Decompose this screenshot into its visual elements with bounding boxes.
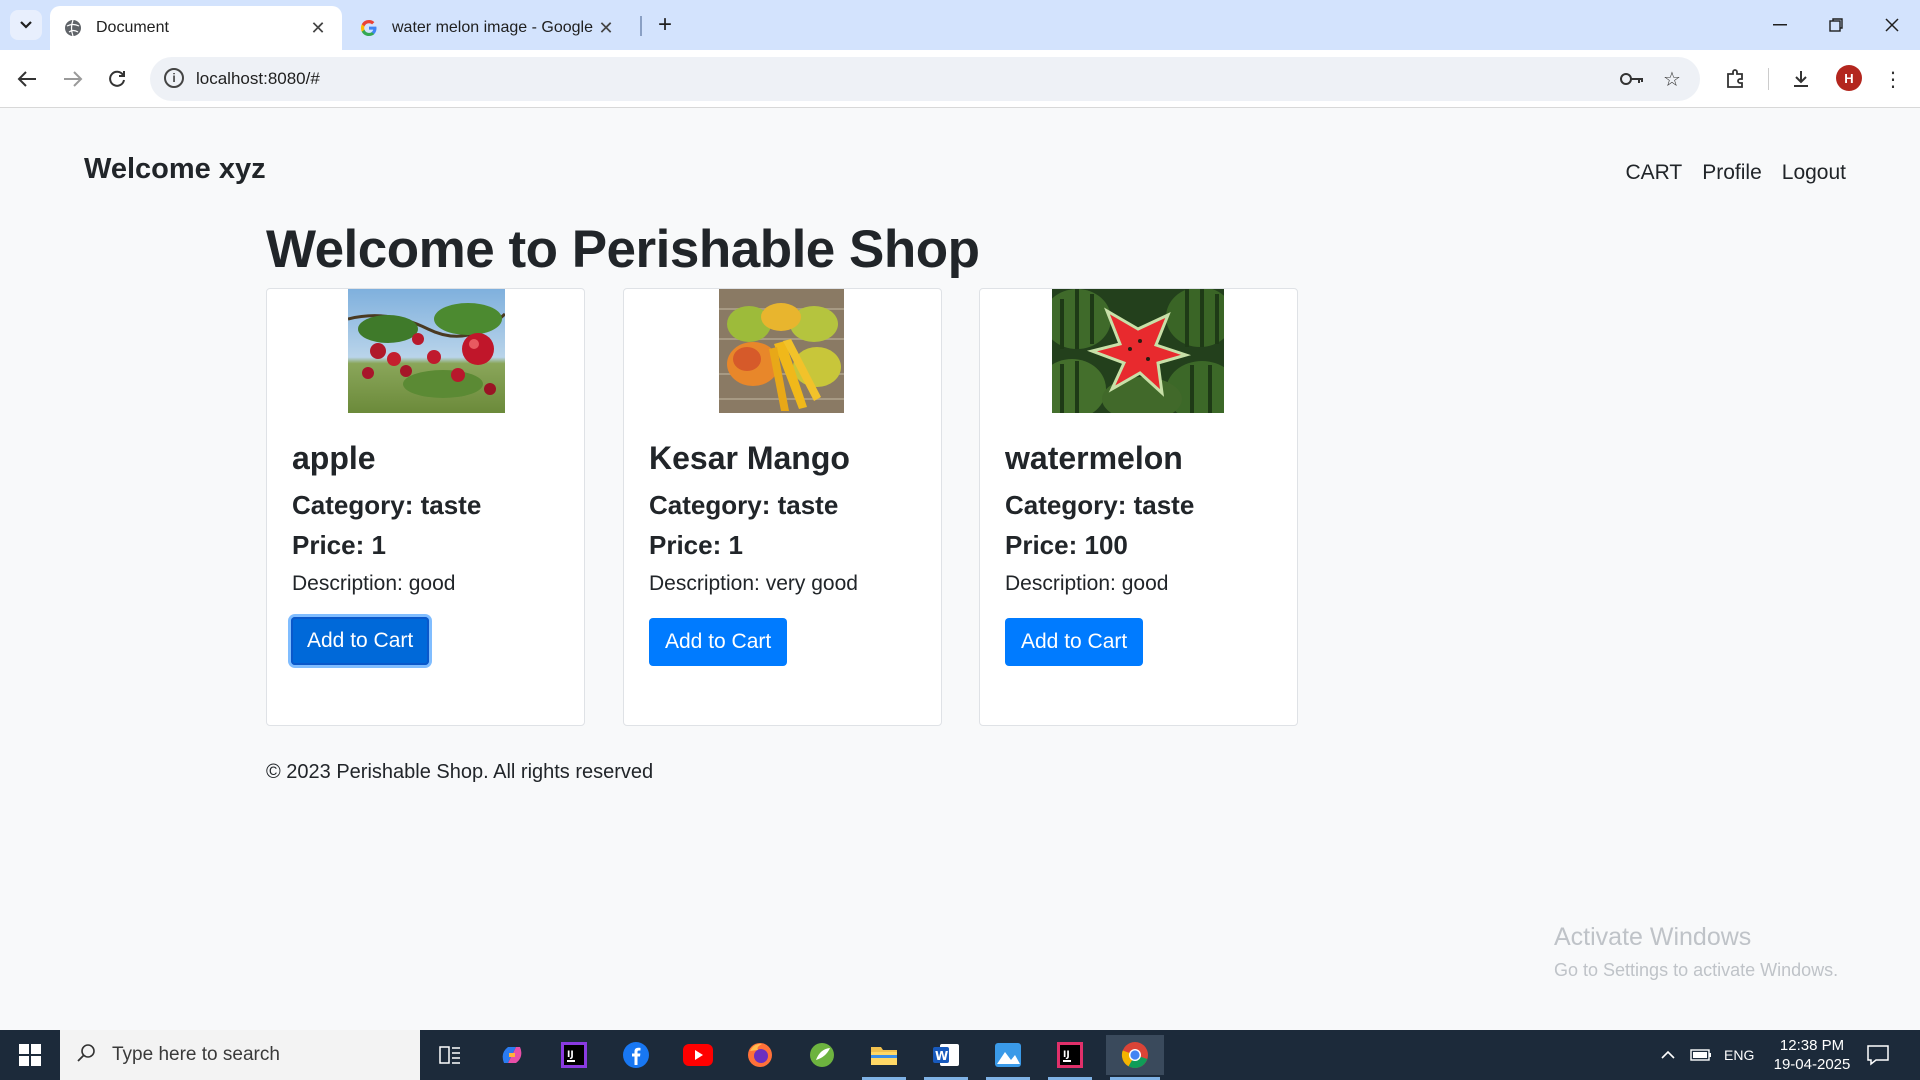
menu-kebab-icon[interactable]: ⋮ xyxy=(1876,62,1910,96)
tab-strip: Document ✕ water melon image - Google Se… xyxy=(0,0,1920,50)
clock-time: 12:38 PM xyxy=(1779,1037,1845,1054)
nav-link-profile[interactable]: Profile xyxy=(1702,161,1762,185)
globe-icon xyxy=(64,19,82,37)
forward-arrow-icon[interactable] xyxy=(56,62,90,96)
battery-icon[interactable] xyxy=(1690,1030,1712,1080)
product-name: Kesar Mango xyxy=(649,440,850,476)
clock-date: 19-04-2025 xyxy=(1773,1056,1851,1073)
search-icon xyxy=(76,1043,96,1068)
product-card: Kesar Mango Category: taste Price: 1 Des… xyxy=(623,288,942,726)
notifications-icon[interactable] xyxy=(1866,1030,1890,1080)
new-tab-icon[interactable]: + xyxy=(650,10,680,40)
web-page: Welcome xyz CART Profile Logout Welcome … xyxy=(0,109,1920,1030)
page-footer: © 2023 Perishable Shop. All rights reser… xyxy=(266,761,654,783)
firefox-icon[interactable] xyxy=(734,1035,786,1075)
extensions-icon[interactable] xyxy=(1718,62,1752,96)
taskbar: Type here to search IJ W IJ ENG 12:38 PM… xyxy=(0,1030,1920,1080)
add-to-cart-button[interactable]: Add to Cart xyxy=(291,617,430,665)
close-window-icon[interactable] xyxy=(1864,0,1920,50)
password-key-icon[interactable] xyxy=(1618,66,1646,92)
reload-icon[interactable] xyxy=(100,62,134,96)
chrome-icon[interactable] xyxy=(1106,1035,1164,1080)
profile-avatar[interactable]: H xyxy=(1836,65,1862,91)
restore-icon[interactable] xyxy=(1808,0,1864,50)
intellij-running-icon[interactable]: IJ xyxy=(1044,1035,1096,1080)
svg-text:IJ: IJ xyxy=(1063,1050,1070,1060)
youtube-icon[interactable] xyxy=(672,1035,724,1075)
taskbar-search-box[interactable]: Type here to search xyxy=(60,1030,420,1080)
navbar-links: CART Profile Logout xyxy=(1625,161,1846,185)
product-image-watermelon xyxy=(1052,289,1224,413)
tab-document[interactable]: Document ✕ xyxy=(50,6,342,50)
close-tab-icon[interactable]: ✕ xyxy=(596,18,616,39)
tab-search-dropdown-icon[interactable] xyxy=(10,10,42,40)
tab-title: water melon image - Google Se xyxy=(392,19,596,36)
svg-text:W: W xyxy=(935,1049,948,1063)
product-category: Category: taste xyxy=(649,490,839,520)
activation-watermark-title: Activate Windows xyxy=(1554,923,1752,951)
add-to-cart-button[interactable]: Add to Cart xyxy=(1005,618,1144,666)
taskbar-search-placeholder: Type here to search xyxy=(112,1044,280,1065)
product-image-mango xyxy=(719,289,844,413)
system-clock[interactable]: 12:38 PM 19-04-2025 xyxy=(1762,1036,1862,1074)
browser-toolbar: i localhost:8080/# ☆ ⋮ xyxy=(0,50,1920,108)
product-name: apple xyxy=(292,440,376,476)
product-category: Category: taste xyxy=(1005,490,1195,520)
close-tab-icon[interactable]: ✕ xyxy=(308,18,328,39)
task-view-icon[interactable] xyxy=(424,1035,476,1075)
activation-watermark-subtitle: Go to Settings to activate Windows. xyxy=(1554,960,1839,980)
nav-link-cart[interactable]: CART xyxy=(1625,161,1682,185)
language-indicator[interactable]: ENG xyxy=(1724,1030,1754,1080)
product-price: Price: 1 xyxy=(292,530,386,560)
add-to-cart-button[interactable]: Add to Cart xyxy=(649,618,788,666)
product-card: watermelon Category: taste Price: 100 De… xyxy=(979,288,1298,726)
download-icon[interactable] xyxy=(1784,62,1818,96)
google-icon xyxy=(360,19,378,37)
back-arrow-icon[interactable] xyxy=(10,62,44,96)
product-category: Category: taste xyxy=(292,490,482,520)
toolbar-divider xyxy=(1768,68,1769,90)
page-title: Welcome to Perishable Shop xyxy=(266,220,980,279)
address-url[interactable]: localhost:8080/# xyxy=(196,69,320,89)
word-icon[interactable]: W xyxy=(920,1035,972,1080)
spring-tool-icon[interactable] xyxy=(796,1035,848,1075)
tab-divider xyxy=(640,16,642,36)
product-card: apple Category: taste Price: 1 Descripti… xyxy=(266,288,585,726)
tab-title: Document xyxy=(96,19,169,36)
product-description: Description: very good xyxy=(649,572,858,595)
product-description: Description: good xyxy=(1005,572,1169,595)
product-image-apple xyxy=(348,289,505,413)
intellij-icon[interactable]: IJ xyxy=(548,1035,600,1075)
product-name: watermelon xyxy=(1005,440,1183,476)
svg-text:IJ: IJ xyxy=(567,1050,574,1060)
minimize-icon[interactable] xyxy=(1752,0,1808,50)
nav-link-logout[interactable]: Logout xyxy=(1782,161,1846,185)
product-price: Price: 1 xyxy=(649,530,743,560)
copilot-icon[interactable] xyxy=(486,1035,538,1075)
product-price: Price: 100 xyxy=(1005,530,1128,560)
file-explorer-icon[interactable] xyxy=(858,1035,910,1080)
site-info-icon[interactable]: i xyxy=(164,68,184,88)
bookmark-star-icon[interactable]: ☆ xyxy=(1658,66,1686,92)
windows-start-icon[interactable] xyxy=(0,1030,60,1080)
tab-google-search[interactable]: water melon image - Google Se ✕ xyxy=(346,6,630,50)
facebook-icon[interactable] xyxy=(610,1035,662,1075)
photos-icon[interactable] xyxy=(982,1035,1034,1080)
navbar-brand[interactable]: Welcome xyz xyxy=(84,153,266,186)
product-description: Description: good xyxy=(292,572,456,595)
show-hidden-icons[interactable] xyxy=(1660,1030,1676,1080)
address-bar[interactable]: i localhost:8080/# ☆ xyxy=(150,57,1700,101)
